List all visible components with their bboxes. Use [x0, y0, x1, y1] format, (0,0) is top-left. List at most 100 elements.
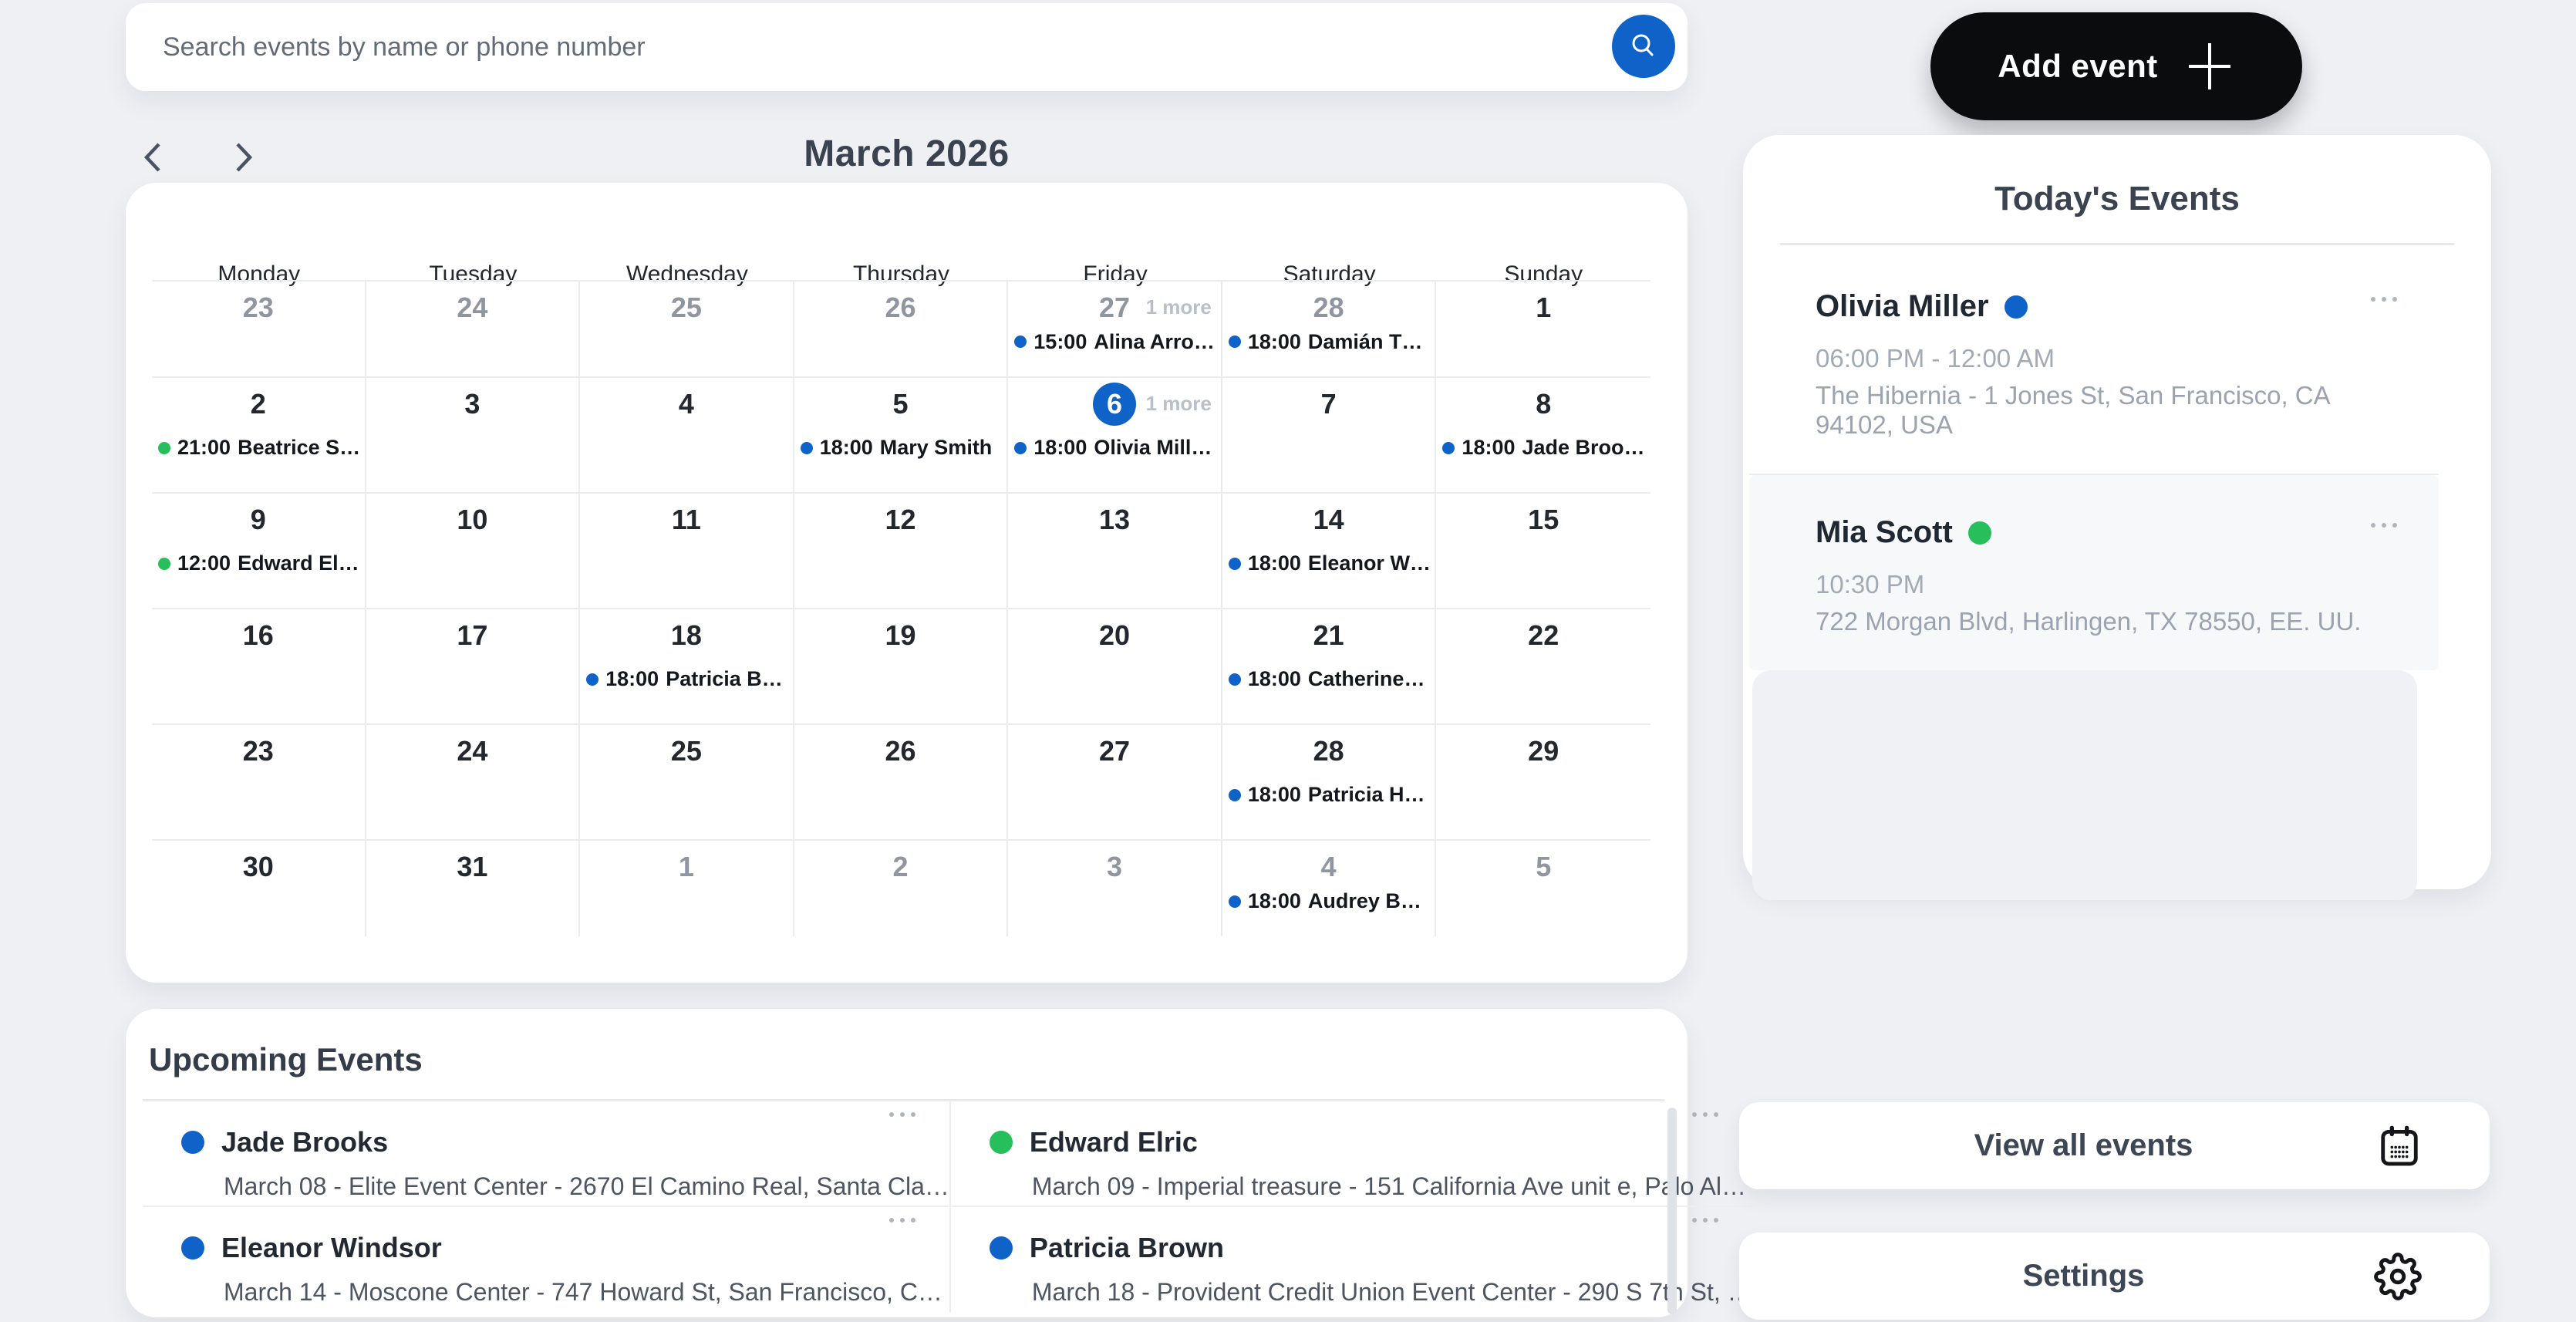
calendar-day-cell[interactable]: 1	[580, 839, 794, 936]
event-menu-dots-icon[interactable]	[888, 1218, 915, 1223]
calendar-day-cell[interactable]: 3	[366, 376, 581, 492]
event-chip[interactable]: 18:00 Catherine…	[1228, 667, 1434, 691]
event-dot-icon	[586, 673, 599, 686]
upcoming-events-title: Upcoming Events	[149, 1041, 423, 1077]
calendar-day-cell[interactable]: 27	[1008, 723, 1222, 839]
event-chip[interactable]: 18:00 Jade Broo…	[1442, 436, 1649, 460]
calendar-day-cell[interactable]: 8 18:00 Jade Broo…	[1436, 376, 1650, 492]
view-all-events-button[interactable]: View all events	[1739, 1102, 2490, 1189]
calendar-day-cell[interactable]: 28 18:00 Patricia H…	[1222, 723, 1437, 839]
calendar-day-cell[interactable]: 18 18:00 Patricia B…	[580, 608, 794, 723]
calendar-day-cell[interactable]: 19	[794, 608, 1009, 723]
calendar-day-cell[interactable]: 5 18:00 Mary Smith	[794, 376, 1009, 492]
event-name-line: Patricia Brown	[989, 1232, 1752, 1264]
upcoming-event-item[interactable]: Edward Elric March 09 - Imperial treasure…	[950, 1101, 1752, 1207]
event-chip[interactable]: 18:00 Audrey B…	[1228, 889, 1434, 913]
calendar-day-cell[interactable]: 10	[366, 492, 581, 608]
calendar-day-cell[interactable]: 15	[1436, 492, 1650, 608]
event-menu-dots-icon[interactable]	[2371, 297, 2397, 302]
calendar-day-cell[interactable]: 4 18:00 Audrey B…	[1222, 839, 1437, 936]
event-chip[interactable]: 18:00 Patricia B…	[586, 667, 791, 691]
event-chip[interactable]: 18:00 Patricia H…	[1228, 783, 1434, 807]
day-number: 6	[1093, 383, 1137, 426]
day-number: 19	[885, 619, 916, 651]
calendar-day-cell[interactable]: 30	[152, 839, 366, 936]
today-event-row[interactable]: Olivia Miller 06:00 PM - 12:00 AM The Hibe…	[1749, 249, 2439, 474]
event-menu-dots-icon[interactable]	[2371, 523, 2397, 528]
event-time: 15:00	[1033, 329, 1087, 353]
calendar-day-cell[interactable]: 16	[152, 608, 366, 723]
calendar-day-cell[interactable]: 6 1 more 18:00 Olivia Mill…	[1008, 376, 1222, 492]
event-chip[interactable]: 18:00 Eleanor W…	[1228, 551, 1434, 575]
calendar-day-cell[interactable]: 26	[794, 280, 1009, 376]
calendar-day-cell[interactable]: 2 21:00 Beatrice S…	[152, 376, 366, 492]
calendar-day-cell[interactable]: 7	[1222, 376, 1437, 492]
event-menu-dots-icon[interactable]	[1691, 1112, 1718, 1117]
event-time: 18:00	[1247, 889, 1301, 913]
event-menu-dots-icon[interactable]	[1691, 1218, 1718, 1223]
calendar-day-cell[interactable]: 24	[366, 280, 581, 376]
calendar-day-cell[interactable]: 28 18:00 Damián T…	[1222, 280, 1437, 376]
event-chip[interactable]: 18:00 Damián T…	[1228, 329, 1434, 354]
upcoming-event-item[interactable]: Patricia Brown March 18 - Provident Credi…	[951, 1207, 1752, 1313]
settings-button[interactable]: Settings	[1739, 1233, 2490, 1320]
event-name-line: Edward Elric	[989, 1126, 1752, 1158]
event-chip[interactable]: 21:00 Beatrice S…	[158, 436, 363, 460]
calendar-day-cell[interactable]: 12	[794, 492, 1009, 608]
day-number: 5	[1536, 851, 1552, 882]
day-number: 8	[1536, 388, 1552, 420]
event-name: Jade Brooks	[221, 1126, 389, 1158]
calendar-day-cell[interactable]: 27 1 more 15:00 Alina Arro…	[1008, 280, 1222, 376]
upcoming-scrollbar[interactable]	[1667, 1108, 1677, 1314]
day-number: 28	[1313, 292, 1344, 323]
day-number: 14	[1313, 504, 1344, 535]
calendar-day-cell[interactable]: 3	[1008, 839, 1222, 936]
calendar-day-cell[interactable]: 13	[1008, 492, 1222, 608]
calendar-day-cell[interactable]: 31	[366, 839, 581, 936]
calendar-day-cell[interactable]: 1	[1436, 280, 1650, 376]
search-icon	[1628, 31, 1659, 62]
day-number: 11	[671, 504, 701, 535]
more-events-label[interactable]: 1 more	[1146, 392, 1212, 416]
event-name: Mary Smith	[879, 436, 993, 460]
event-chip[interactable]: 12:00 Edward El…	[158, 551, 363, 575]
event-time: 18:00	[1247, 329, 1301, 353]
add-event-label: Add event	[1998, 48, 2158, 84]
upcoming-event-item[interactable]: Jade Brooks March 08 - Elite Event Center…	[143, 1101, 951, 1207]
event-chip[interactable]: 15:00 Alina Arro…	[1014, 330, 1219, 354]
calendar-day-cell[interactable]: 4	[580, 376, 794, 492]
event-time: 18:00	[1247, 783, 1301, 807]
calendar-day-cell[interactable]: 9 12:00 Edward El…	[152, 492, 366, 608]
event-location: The Hibernia - 1 Jones St, San Francisco…	[1816, 381, 2329, 439]
event-menu-dots-icon[interactable]	[888, 1112, 915, 1117]
day-number: 3	[464, 388, 480, 420]
calendar-day-cell[interactable]: 23	[152, 280, 366, 376]
add-event-button[interactable]: Add event	[1930, 12, 2302, 120]
calendar-day-cell[interactable]: 25	[580, 280, 794, 376]
calendar-day-cell[interactable]: 2	[794, 839, 1009, 936]
more-events-label[interactable]: 1 more	[1146, 295, 1212, 319]
day-number: 25	[670, 292, 702, 323]
calendar-day-cell[interactable]: 22	[1436, 608, 1650, 723]
search-input[interactable]	[161, 31, 1688, 63]
event-chip[interactable]: 18:00 Mary Smith	[800, 436, 1006, 460]
event-time: 10:30 PM	[1816, 570, 1925, 599]
today-event-row[interactable]: Mia Scott 10:30 PM 722 Morgan Blvd, Harlin…	[1749, 475, 2439, 670]
calendar-day-cell[interactable]: 11	[580, 492, 794, 608]
calendar-day-cell[interactable]: 21 18:00 Catherine…	[1222, 608, 1437, 723]
calendar-day-cell[interactable]: 24	[366, 723, 581, 839]
calendar-day-cell[interactable]: 29	[1436, 723, 1650, 839]
calendar-day-cell[interactable]: 25	[580, 723, 794, 839]
upcoming-event-item[interactable]: Eleanor Windsor March 14 - Moscone Center…	[143, 1207, 951, 1313]
calendar-day-cell[interactable]: 23	[152, 723, 366, 839]
calendar-day-cell[interactable]: 20	[1008, 608, 1222, 723]
calendar-day-cell[interactable]: 17	[366, 608, 581, 723]
search-button[interactable]	[1612, 15, 1675, 78]
day-number: 29	[1528, 735, 1559, 767]
event-chip[interactable]: 18:00 Olivia Mill…	[1014, 436, 1219, 460]
calendar-card: Monday Tuesday Wednesday Thursday Friday Satu…	[126, 183, 1688, 983]
day-number: 27	[1099, 735, 1131, 767]
calendar-day-cell[interactable]: 26	[794, 723, 1009, 839]
calendar-day-cell[interactable]: 14 18:00 Eleanor W…	[1222, 492, 1437, 608]
calendar-day-cell[interactable]: 5	[1436, 839, 1650, 936]
